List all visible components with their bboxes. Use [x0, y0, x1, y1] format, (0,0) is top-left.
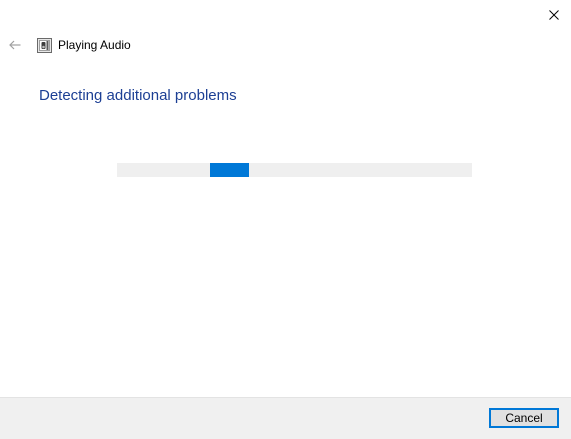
close-icon [548, 10, 559, 20]
cancel-button[interactable]: Cancel [489, 408, 559, 428]
window-title: Playing Audio [58, 38, 131, 52]
back-button[interactable] [4, 34, 26, 56]
progress-indicator [210, 163, 249, 177]
close-button[interactable] [536, 0, 571, 30]
window-title-bar: Playing Audio [37, 37, 131, 53]
footer-bar: Cancel [0, 397, 571, 439]
back-arrow-icon [9, 40, 21, 50]
troubleshooter-window: Playing Audio Detecting additional probl… [0, 0, 571, 439]
status-heading: Detecting additional problems [39, 87, 237, 104]
progress-bar [117, 163, 472, 177]
audio-troubleshooter-icon [37, 37, 52, 53]
